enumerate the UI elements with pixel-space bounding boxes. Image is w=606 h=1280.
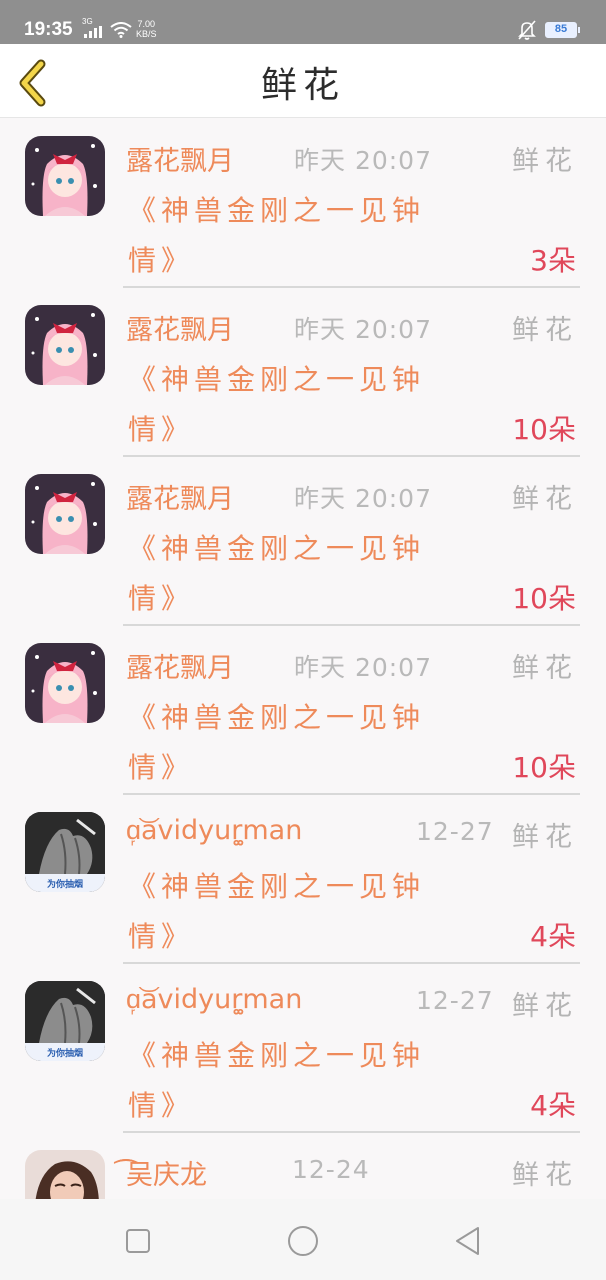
sent-time: 12-24 [292,1155,370,1184]
avatar[interactable]: 为你抽烟 [25,812,105,892]
sent-time: 昨天 20:07 [294,484,432,513]
gift-type: 鲜花 [512,991,578,1022]
sent-time: 昨天 20:07 [294,146,432,175]
status-time: 19:35 [24,19,73,40]
sent-time: 昨天 20:07 [294,653,432,682]
gift-type: 鲜花 [512,484,578,515]
avatar-image [25,1150,105,1199]
mute-icon [518,20,536,40]
speed-unit: KB/S [136,29,157,39]
avatar-image [25,474,105,554]
system-nav-bar [0,1199,606,1280]
sent-time: 昨天 20:07 [294,315,432,344]
gift-count: 3朵 [530,244,576,277]
status-bar: 19:35 3G 7.00 KB/S 85 [0,0,606,44]
gift-record[interactable]: 露花飘月 昨天 20:07 鲜花 《神兽金刚之一见钟情》 10朵 [0,626,606,795]
gift-list[interactable]: 露花飘月 昨天 20:07 鲜花 《神兽金刚之一见钟情》 3朵 露花飘月 昨天 … [0,119,606,1199]
gift-count: 10朵 [512,413,576,446]
sent-time: 12-27 [416,817,494,846]
gift-count: 10朵 [512,751,576,784]
sender-name: ɑ᷊͝avidyur͚͚man [126,984,303,1015]
title-bar: 鲜花 [0,44,606,118]
sent-time: 12-27 [416,986,494,1015]
book-title[interactable]: 《神兽金刚之一见钟情》 [128,862,473,962]
back-triangle-icon[interactable] [448,1221,488,1261]
book-title[interactable]: 《神兽金刚之一见钟情》 [128,524,473,624]
network-type: 3G [82,17,93,26]
sender-name: 露花飘月 [126,484,234,515]
gift-record[interactable]: 为你抽烟 ɑ᷊͝avidyur͚͚man 12-27 鲜花 《神兽金刚之一见钟情… [0,795,606,964]
avatar[interactable] [25,136,105,216]
gift-type: 鲜花 [512,1160,578,1191]
gift-record[interactable]: 露花飘月 昨天 20:07 鲜花 《神兽金刚之一见钟情》 10朵 [0,457,606,626]
page-title: 鲜花 [260,65,345,106]
avatar-image [25,643,105,723]
gift-record[interactable]: 露花飘月 昨天 20:07 鲜花 《神兽金刚之一见钟情》 3朵 [0,119,606,288]
avatar-caption: 为你抽烟 [46,1049,83,1059]
avatar[interactable] [25,305,105,385]
sender-name: 露花飘月 [126,653,234,684]
battery-icon: 85 [545,22,580,38]
gift-count: 4朵 [530,920,576,953]
avatar[interactable]: 为你抽烟 [25,981,105,1061]
gift-count: 10朵 [512,582,576,615]
avatar-image [25,136,105,216]
gift-type: 鲜花 [512,146,578,177]
avatar[interactable] [25,1150,105,1199]
home-icon[interactable] [283,1221,323,1261]
avatar-caption: 为你抽烟 [46,880,83,890]
wifi-icon [110,22,132,38]
gift-type: 鲜花 [512,315,578,346]
book-title[interactable]: 《神兽金刚之一见钟情》 [128,693,473,793]
sender-name: 露花飘月 [126,146,234,177]
gift-type: 鲜花 [512,822,578,853]
book-title[interactable]: 《神兽金刚之一见钟情》 [128,355,473,455]
gift-record[interactable]: ͡͡吴庆龙 12-24 鲜花 [0,1133,606,1199]
sender-name: ͡͡吴庆龙 [126,1160,207,1191]
gift-count: 4朵 [530,1089,576,1122]
gift-record[interactable]: 为你抽烟 ɑ᷊͝avidyur͚͚man 12-27 鲜花 《神兽金刚之一见钟情… [0,964,606,1133]
book-title[interactable]: 《神兽金刚之一见钟情》 [128,186,473,286]
avatar[interactable] [25,643,105,723]
avatar-image [25,305,105,385]
sender-name: 露花飘月 [126,315,234,346]
signal-icon [84,26,102,38]
network-speed: 7.00 KB/S [136,19,157,39]
gift-record[interactable]: 露花飘月 昨天 20:07 鲜花 《神兽金刚之一见钟情》 10朵 [0,288,606,457]
gift-type: 鲜花 [512,653,578,684]
avatar[interactable] [25,474,105,554]
book-title[interactable]: 《神兽金刚之一见钟情》 [128,1031,473,1131]
recent-apps-icon[interactable] [118,1221,158,1261]
speed-value: 7.00 [137,19,156,29]
sender-name: ɑ᷊͝avidyur͚͚man [126,815,303,846]
